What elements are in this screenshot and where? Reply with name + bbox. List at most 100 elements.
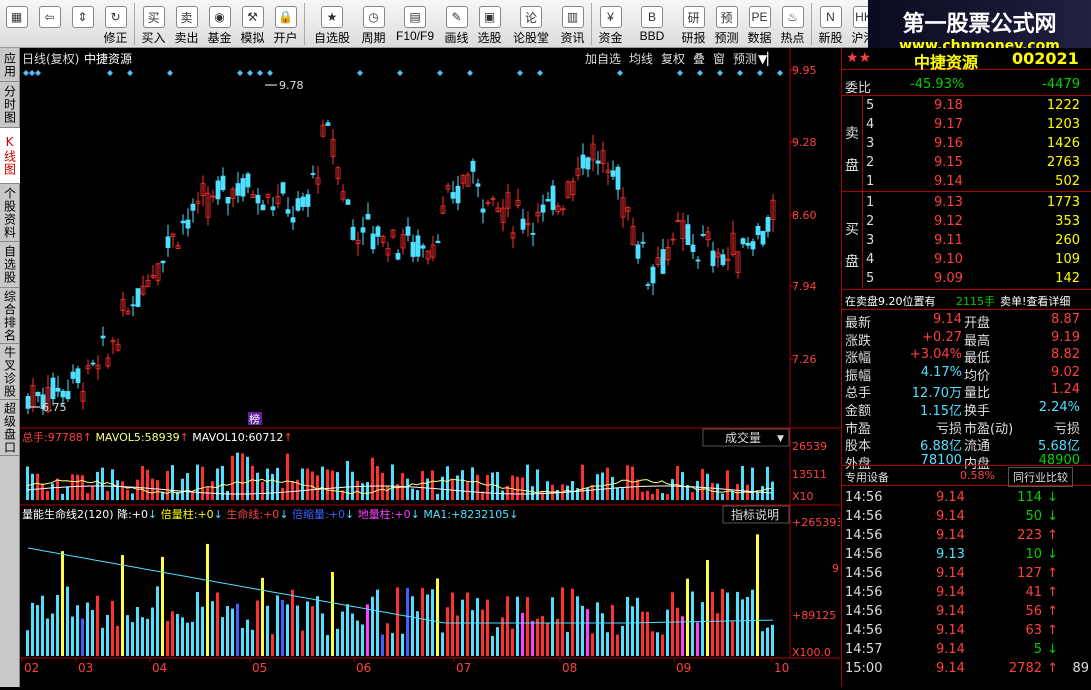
order-row[interactable]: 3 9.11 260 xyxy=(842,232,1091,251)
sector-name: 专用设备 xyxy=(845,471,889,484)
order-row[interactable]: 2 9.12 353 xyxy=(842,213,1091,232)
order-row[interactable]: 5 9.18 1222 xyxy=(842,97,1091,116)
info-marker-icon[interactable] xyxy=(247,70,253,76)
info-marker-icon[interactable] xyxy=(23,70,29,76)
tick-time: 14:56 xyxy=(845,547,883,562)
indicator-bar xyxy=(26,630,29,656)
info-marker-icon[interactable] xyxy=(697,70,703,76)
header-button-1[interactable]: 均线 xyxy=(629,52,653,66)
toolbar-label: 画线 xyxy=(444,31,469,45)
toolbar-f10-button[interactable]: ▤ F10/F9 xyxy=(390,0,440,48)
toolbar-up-down-arrow-button[interactable]: ⇕ xyxy=(66,0,99,48)
volume-dropdown-chevron-icon[interactable]: ▼ xyxy=(777,434,784,444)
header-menu-icon[interactable]: ▼▏ xyxy=(758,51,776,66)
toolbar-hammer-button[interactable]: ⚒ 模拟 xyxy=(236,0,269,48)
order-row[interactable]: 4 9.10 109 xyxy=(842,251,1091,270)
tick-row: 15:00 9.14 2782 ↑ 89 xyxy=(842,660,1091,679)
toolbar-star-button[interactable]: ★ 自选股 xyxy=(307,0,357,48)
info-marker-icon[interactable] xyxy=(257,70,263,76)
left-tab-7[interactable]: 超级盘口 xyxy=(0,400,20,456)
order-row[interactable]: 4 9.17 1203 xyxy=(842,116,1091,135)
info-marker-icon[interactable] xyxy=(757,70,763,76)
toolbar-pen-button[interactable]: ✎ 画线 xyxy=(440,0,473,48)
info-marker-icon[interactable] xyxy=(107,70,113,76)
info-marker-icon[interactable] xyxy=(237,70,243,76)
toolbar-hot-button[interactable]: ♨ 热点 xyxy=(776,0,809,48)
info-marker-icon[interactable] xyxy=(267,70,273,76)
notice-detail-link[interactable]: 卖单!查看详细 xyxy=(1000,293,1070,309)
volume-bar xyxy=(131,493,134,500)
toolbar-lock-button[interactable]: 🔒 开户 xyxy=(269,0,302,48)
left-tab-5[interactable]: 综合排名 xyxy=(0,288,20,344)
toolbar-news-button[interactable]: ▥ 资讯 xyxy=(556,0,589,48)
volume-bar xyxy=(486,474,489,500)
info-marker-icon[interactable] xyxy=(127,70,133,76)
info-marker-icon[interactable] xyxy=(357,70,363,76)
tick-time: 14:56 xyxy=(845,490,883,505)
toolbar-forecast-button[interactable]: 预预测 xyxy=(710,0,743,48)
info-marker-icon[interactable] xyxy=(717,70,723,76)
quote-stock-name: 中捷资源 xyxy=(914,53,979,72)
order-row[interactable]: 1 9.14 502 xyxy=(842,173,1091,192)
left-tab-6[interactable]: 牛叉诊股 xyxy=(0,344,20,400)
order-notice[interactable]: 在卖盘9.20位置有 2115手 卖单!查看详细 xyxy=(842,289,1091,310)
order-level: 4 xyxy=(866,117,875,132)
info-marker-icon[interactable] xyxy=(467,70,473,76)
left-tab-3[interactable]: 个股资料 xyxy=(0,184,20,242)
toolbar-windows-logo-button[interactable]: ▦ xyxy=(0,0,33,48)
toolbar-discuss-button[interactable]: 论论股堂 xyxy=(506,0,556,48)
info-marker-icon[interactable] xyxy=(397,70,403,76)
toolbar-report-button[interactable]: 研研报 xyxy=(677,0,710,48)
kline-chart[interactable]: 日线(复权) 中捷资源 加自选 均线 复权叠窗预测 ▼▏ 9.95 9.28 8.60 7… xyxy=(20,48,843,687)
toolbar-refresh-button[interactable]: ↻ 修正 xyxy=(99,0,132,48)
toolbar-buy-button[interactable]: 买买入 xyxy=(137,0,170,48)
left-tab-0[interactable]: 应用 xyxy=(0,48,20,82)
tick-row: 14:56 9.14 56 ↑ xyxy=(842,603,1091,622)
toolbar-bbd-button[interactable]: B BBD xyxy=(627,0,677,48)
header-button-5[interactable]: 预测 xyxy=(733,52,757,66)
volume-bar xyxy=(236,452,239,500)
toolbar-clock-button[interactable]: ◷ 周期 xyxy=(357,0,390,48)
order-row[interactable]: 2 9.15 2763 xyxy=(842,154,1091,173)
toolbar-pe-button[interactable]: PE 数据 xyxy=(743,0,776,48)
header-button-3[interactable]: 叠 xyxy=(693,52,705,66)
left-tab-2[interactable]: K线图 xyxy=(0,128,20,184)
toolbar-fund-button[interactable]: ◉ 基金 xyxy=(203,0,236,48)
header-button-2[interactable]: 复权 xyxy=(661,52,685,66)
left-tab-4[interactable]: 自选股 xyxy=(0,242,20,288)
info-marker-icon[interactable] xyxy=(737,70,743,76)
volume-bar xyxy=(261,481,264,500)
info-marker-icon[interactable] xyxy=(677,70,683,76)
header-button-4[interactable]: 窗 xyxy=(713,52,725,66)
divider xyxy=(842,95,1091,96)
toolbar-money-button[interactable]: ¥ 资金 xyxy=(594,0,627,48)
info-marker-icon[interactable] xyxy=(777,70,783,76)
left-tab-1[interactable]: 分时图 xyxy=(0,82,20,128)
header-button-0[interactable]: 加自选 xyxy=(585,52,621,66)
toolbar-label: 研报 xyxy=(681,31,706,45)
info-marker-icon[interactable] xyxy=(167,70,173,76)
info-marker-icon[interactable] xyxy=(537,70,543,76)
toolbar-sell-button[interactable]: 卖卖出 xyxy=(170,0,203,48)
info-marker-icon[interactable] xyxy=(437,70,443,76)
volume-bar xyxy=(41,483,44,500)
order-row[interactable]: 1 9.13 1773 xyxy=(842,194,1091,213)
volume-bar xyxy=(516,476,519,500)
order-row[interactable]: 3 9.16 1426 xyxy=(842,135,1091,154)
info-marker-icon[interactable] xyxy=(617,70,623,76)
indicator-bar xyxy=(311,606,314,656)
volume-bar xyxy=(346,460,349,500)
buy-side-label: 买盘 xyxy=(845,222,859,270)
toolbar-monitor-button[interactable]: ▣ 选股 xyxy=(473,0,506,48)
tick-row: 14:56 9.14 50 ↓ xyxy=(842,508,1091,527)
sector-compare-button[interactable]: 同行业比较 xyxy=(1008,467,1073,487)
toolbar-new-stock-button[interactable]: N 新股 xyxy=(814,0,847,48)
volume-bar xyxy=(251,465,254,500)
info-marker-icon[interactable] xyxy=(35,70,41,76)
indicator-bar xyxy=(581,605,584,656)
order-row[interactable]: 5 9.09 142 xyxy=(842,270,1091,289)
info-marker-icon[interactable] xyxy=(517,70,523,76)
toolbar-back-arrow-button[interactable]: ⇦ xyxy=(33,0,66,48)
star-icon[interactable]: ★★ xyxy=(846,50,871,66)
info-marker-icon[interactable] xyxy=(29,70,35,76)
